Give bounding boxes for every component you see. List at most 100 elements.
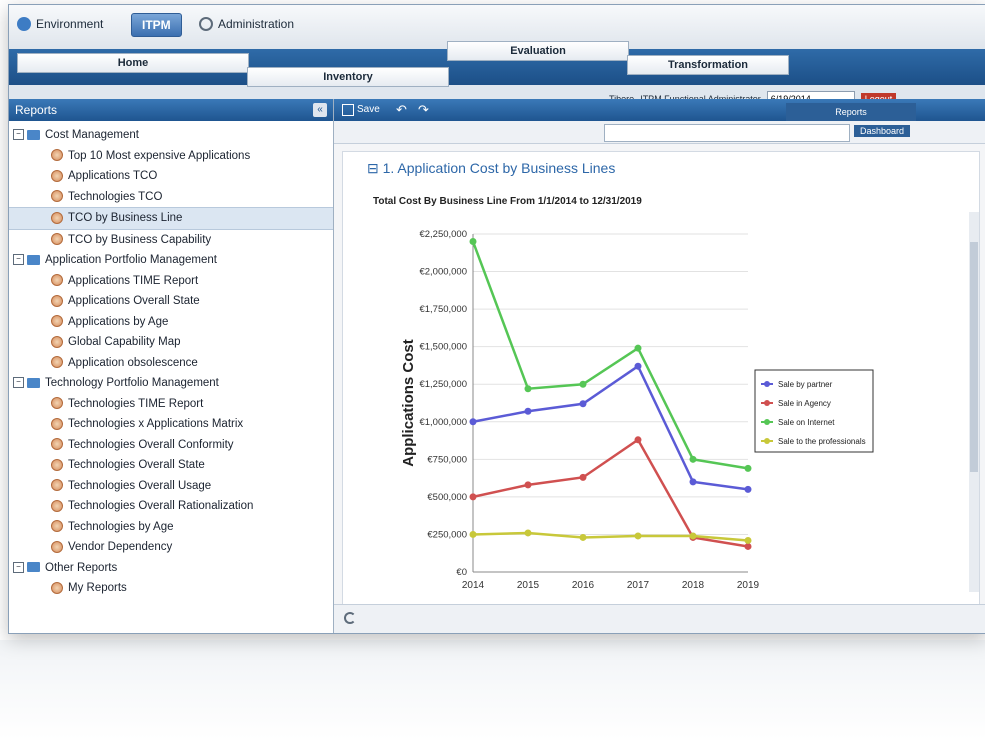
tree-folder[interactable]: − Cost Management [9,125,333,146]
tree-folder[interactable]: − Application Portfolio Management [9,250,333,271]
data-point [689,455,697,463]
report-icon [51,438,63,451]
tab-home[interactable]: Home [17,53,249,73]
environment-icon [17,17,31,31]
reports-sidebar: Reports « − Cost Management Top 10 Most ex… [9,99,334,633]
y-tick-label: €1,250,000 [419,379,467,390]
administration-menu[interactable]: Administration [199,17,294,31]
tree-report-item[interactable]: Technologies Overall Rationalization [9,496,333,517]
data-point [469,493,477,501]
tree-report-item[interactable]: TCO by Business Capability [9,230,333,251]
y-tick-label: €250,000 [427,529,467,540]
tab-evaluation[interactable]: Evaluation [447,41,629,61]
tree-folder[interactable]: − Technology Portfolio Management [9,373,333,394]
x-tick-label: 2014 [462,580,485,591]
tree-item-label: Technologies TIME Report [68,397,204,410]
refresh-icon[interactable] [344,612,356,624]
data-point [744,485,752,493]
y-tick-label: €1,000,000 [419,417,467,428]
tree-item-label: Top 10 Most expensive Applications [68,149,251,162]
report-icon [51,274,63,287]
report-icon [51,294,63,307]
data-point [634,362,642,370]
tree-item-label: Applications by Age [68,315,169,328]
tree-report-item[interactable]: TCO by Business Line [9,207,333,230]
tab-inventory[interactable]: Inventory [247,67,449,87]
tree-report-item[interactable]: Technologies by Age [9,517,333,538]
data-point [689,478,697,486]
collapse-toggle-icon[interactable]: − [13,254,24,266]
x-tick-label: 2015 [517,580,540,591]
dashboard-button[interactable]: Dashboard [854,125,911,137]
report-icon [51,211,63,224]
data-point [524,407,532,415]
tree-item-label: Applications Overall State [68,295,200,307]
tree-item-label: Technologies Overall State [68,459,205,471]
report-icon [51,499,63,512]
y-tick-label: €0 [456,567,467,578]
tree-report-item[interactable]: Vendor Dependency [9,537,333,558]
tree-item-label: Application obsolescence [68,356,198,369]
report-icon [51,169,63,182]
tree-item-label: TCO by Business Capability [68,233,212,246]
tree-item-label: My Reports [68,582,127,594]
report-icon [51,581,63,594]
content-scrollbar[interactable] [969,212,979,592]
folder-icon [27,377,40,388]
tree-folder[interactable]: − Other Reports [9,558,333,579]
redo-icon[interactable]: ↷ [418,102,429,118]
tree-item-label: Technologies x Applications Matrix [68,418,244,430]
report-icon [51,335,63,348]
application-window: Environment ITPM Administration Home Inv… [8,4,985,634]
tree-report-item[interactable]: Technologies Overall Usage [9,476,333,497]
report-tree: − Cost Management Top 10 Most expensive Ap… [9,121,333,599]
undo-icon[interactable]: ↶ [396,102,407,118]
tree-report-item[interactable]: Global Capability Map [9,332,333,353]
y-tick-label: €1,500,000 [419,342,467,353]
tree-item-label: Technologies Overall Conformity [68,438,234,451]
report-icon [51,540,63,553]
folder-icon [27,129,40,140]
x-tick-label: 2017 [627,580,650,591]
collapse-toggle-icon[interactable]: − [13,561,24,573]
tree-report-item[interactable]: Applications Overall State [9,291,333,312]
tree-report-item[interactable]: Top 10 Most expensive Applications [9,146,333,167]
folder-icon [27,562,40,573]
tab-transformation[interactable]: Transformation [627,55,789,75]
report-icon [51,520,63,533]
tree-item-label: Technologies Overall Usage [68,479,212,492]
bottom-strip [334,604,985,633]
filter-input[interactable] [604,124,850,142]
tree-report-item[interactable]: Technologies x Applications Matrix [9,414,333,435]
save-button[interactable]: Save [342,102,380,118]
y-axis-label: Applications Cost [400,339,417,467]
legend-swatch [764,419,770,425]
sidebar-header: Reports « [9,99,333,121]
sidebar-title: Reports [15,103,58,117]
tree-report-item[interactable]: Technologies TIME Report [9,394,333,415]
tree-report-item[interactable]: Application obsolescence [9,353,333,374]
legend-label: Sale on Internet [778,418,835,427]
itpm-button[interactable]: ITPM [131,13,182,37]
data-point [469,418,477,426]
report-icon [51,190,63,203]
tab-reports[interactable]: Reports [786,103,916,121]
environment-menu[interactable]: Environment [17,17,103,31]
series-line [472,438,749,548]
tree-report-item[interactable]: Applications TIME Report [9,271,333,292]
tree-report-item[interactable]: Technologies Overall Conformity [9,435,333,456]
collapse-sidebar-button[interactable]: « [313,103,327,117]
data-point [634,344,642,352]
tree-report-item[interactable]: Applications by Age [9,312,333,333]
collapse-toggle-icon[interactable]: − [13,377,24,389]
tree-item-label: Applications TIME Report [68,274,199,287]
tree-report-item[interactable]: Applications TCO [9,166,333,187]
tree-item-label: Global Capability Map [68,336,181,348]
report-icon [51,356,63,369]
collapse-toggle-icon[interactable]: − [13,129,24,141]
tree-report-item[interactable]: My Reports [9,578,333,599]
main-panel: Save ↶ ↷ Reports Dashboard ⊟ 1. Applicat… [334,99,985,633]
tree-report-item[interactable]: Technologies TCO [9,187,333,208]
scrollbar-thumb[interactable] [970,242,978,472]
tree-report-item[interactable]: Technologies Overall State [9,455,333,476]
